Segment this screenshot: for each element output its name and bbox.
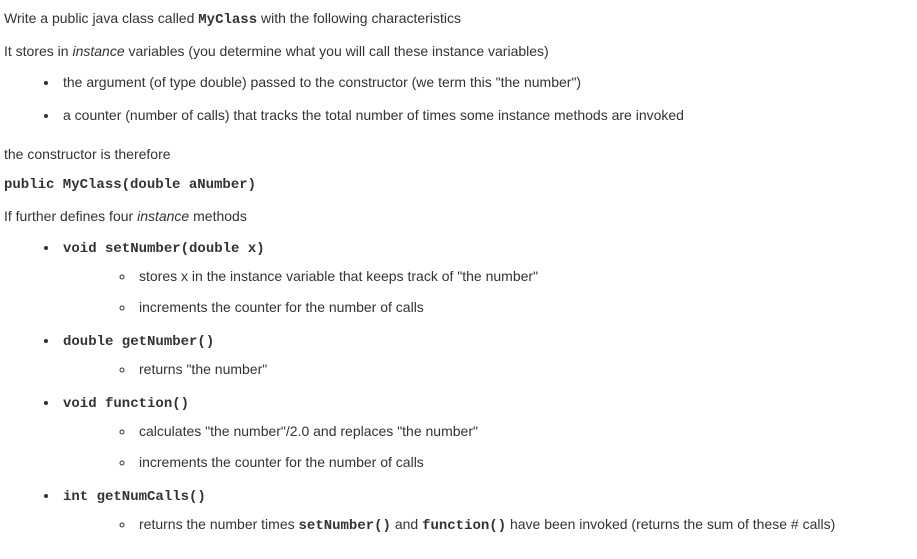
method-details: returns the number times setNumber() and… bbox=[135, 514, 913, 537]
text: If further defines four bbox=[4, 208, 137, 224]
inline-code: setNumber() bbox=[299, 518, 391, 534]
constructor-signature: public MyClass(double aNumber) bbox=[4, 175, 913, 196]
method-item: int getNumCalls() returns the number tim… bbox=[59, 485, 913, 537]
method-details: stores x in the instance variable that k… bbox=[135, 266, 913, 318]
method-item: void function() calculates "the number"/… bbox=[59, 392, 913, 473]
constructor-lead: the constructor is therefore bbox=[4, 144, 913, 165]
list-item: returns the number times setNumber() and… bbox=[135, 514, 913, 537]
class-name-code: MyClass bbox=[198, 12, 257, 28]
list-item: increments the counter for the number of… bbox=[135, 452, 913, 473]
method-signature: void setNumber(double x) bbox=[63, 241, 265, 257]
list-item: increments the counter for the number of… bbox=[135, 297, 913, 318]
text: It stores in bbox=[4, 43, 72, 59]
list-item: calculates "the number"/2.0 and replaces… bbox=[135, 421, 913, 442]
method-item: void setNumber(double x) stores x in the… bbox=[59, 237, 913, 318]
text: have been invoked (returns the sum of th… bbox=[506, 516, 835, 532]
method-signature: void function() bbox=[63, 396, 189, 412]
emphasis: instance bbox=[137, 208, 189, 224]
emphasis: instance bbox=[72, 43, 124, 59]
list-item: returns "the number" bbox=[135, 359, 913, 380]
storage-list: the argument (of type double) passed to … bbox=[59, 72, 913, 126]
intro-line-2: It stores in instance variables (you det… bbox=[4, 41, 913, 62]
text: and bbox=[391, 516, 422, 532]
inline-code: function() bbox=[422, 518, 506, 534]
list-item: the argument (of type double) passed to … bbox=[59, 72, 913, 93]
text: returns the number times bbox=[139, 516, 299, 532]
method-item: double getNumber() returns "the number" bbox=[59, 330, 913, 380]
intro-line-1: Write a public java class called MyClass… bbox=[4, 8, 913, 31]
text: variables (you determine what you will c… bbox=[125, 43, 549, 59]
list-item: stores x in the instance variable that k… bbox=[135, 266, 913, 287]
text: with the following characteristics bbox=[257, 10, 461, 26]
methods-intro: If further defines four instance methods bbox=[4, 206, 913, 227]
method-signature: double getNumber() bbox=[63, 334, 214, 350]
list-item: a counter (number of calls) that tracks … bbox=[59, 105, 913, 126]
methods-list: void setNumber(double x) stores x in the… bbox=[59, 237, 913, 537]
text: Write a public java class called bbox=[4, 10, 198, 26]
text: methods bbox=[189, 208, 247, 224]
method-details: calculates "the number"/2.0 and replaces… bbox=[135, 421, 913, 473]
method-signature: int getNumCalls() bbox=[63, 489, 206, 505]
method-details: returns "the number" bbox=[135, 359, 913, 380]
